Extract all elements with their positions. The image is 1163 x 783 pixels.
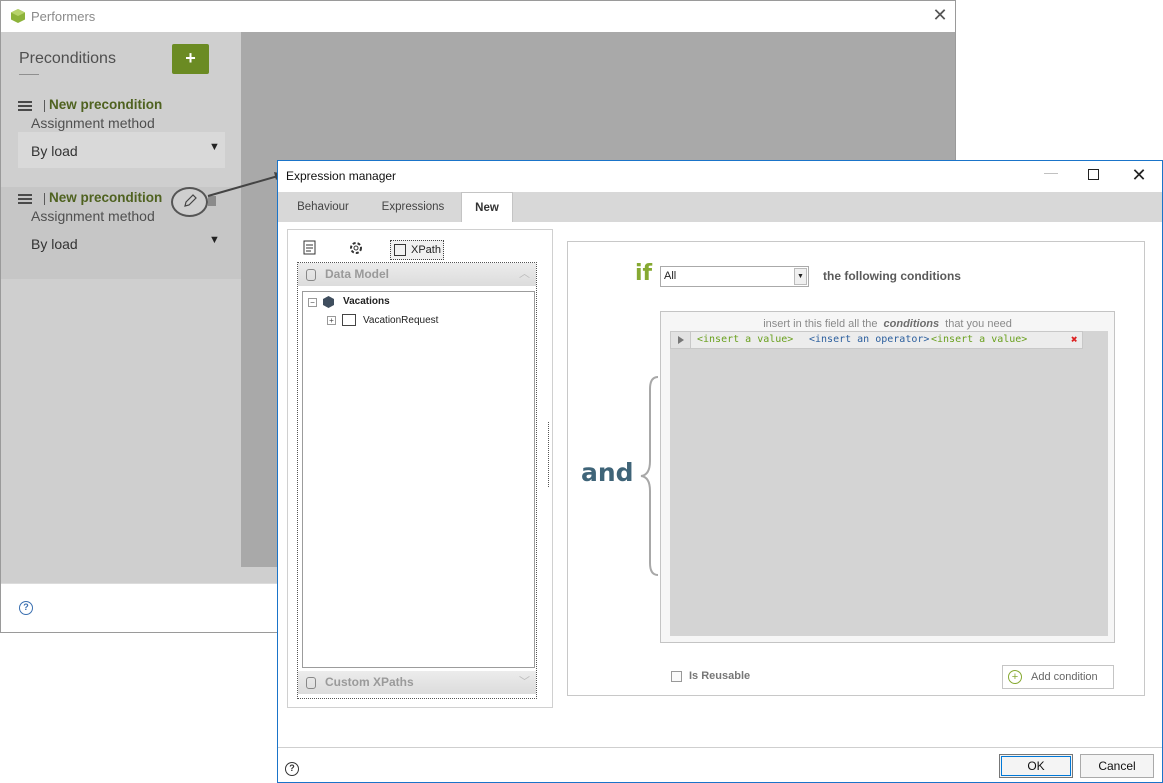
precondition-name[interactable]: New precondition	[49, 190, 162, 205]
add-condition-button[interactable]: + Add condition	[1002, 665, 1114, 689]
pencil-glyph	[184, 194, 197, 207]
custom-xpaths-header[interactable]: Custom XPaths ﹀	[298, 671, 536, 694]
xpath-button[interactable]: XPath	[390, 240, 444, 260]
separator	[44, 100, 45, 112]
collapse-icon[interactable]: −	[308, 298, 317, 307]
close-icon[interactable]: ✕	[931, 6, 949, 24]
dialog-title: Expression manager	[286, 169, 397, 183]
assignment-method-value: By load	[31, 236, 78, 252]
conditions-box: insert in this field all the conditions th…	[660, 311, 1115, 643]
expand-icon[interactable]: +	[327, 316, 336, 325]
data-model-header[interactable]: Data Model ︿	[298, 263, 536, 286]
dropdown-arrow-icon[interactable]: ▼	[209, 234, 220, 246]
tab-strip: Behaviour Expressions New	[278, 192, 1162, 223]
document-glyph	[303, 240, 316, 255]
data-model-label: Data Model	[325, 267, 390, 281]
following-conditions-label: the following conditions	[823, 269, 961, 283]
help-icon[interactable]: ?	[19, 601, 33, 615]
panel-splitter[interactable]	[548, 422, 551, 487]
condition-mode-value: All	[664, 270, 677, 282]
precondition-item[interactable]: New precondition Assignment method By lo…	[1, 94, 241, 186]
conditions-hint: insert in this field all the conditions th…	[661, 318, 1114, 332]
hint-text-before: insert in this field all the	[763, 318, 878, 330]
delete-condition-icon[interactable]: ✖	[1071, 333, 1078, 346]
precondition-name[interactable]: New precondition	[49, 97, 162, 112]
pencil-icon[interactable]	[171, 187, 208, 217]
expression-manager-titlebar: Expression manager — ✕	[278, 161, 1162, 191]
list-icon	[18, 101, 32, 111]
minimize-icon[interactable]: —	[1041, 164, 1061, 180]
ok-button[interactable]: OK	[999, 754, 1073, 778]
xpath-label: XPath	[411, 244, 441, 256]
assignment-method-value: By load	[31, 143, 78, 159]
assignment-method-select[interactable]: By load ▼	[18, 132, 225, 168]
if-label: if	[635, 261, 653, 286]
curly-brace	[640, 376, 659, 576]
left-value-placeholder[interactable]: <insert a value>	[697, 334, 793, 345]
tab-new[interactable]: New	[461, 192, 513, 223]
preconditions-panel: Preconditions + New precondition Assignm…	[1, 32, 241, 583]
condition-mode-select[interactable]: All ▼	[660, 266, 809, 287]
hint-text-after: that you need	[945, 318, 1012, 330]
dropdown-arrow-icon[interactable]: ▼	[794, 268, 807, 285]
tab-behaviour[interactable]: Behaviour	[288, 192, 358, 222]
custom-xpaths-label: Custom XPaths	[325, 675, 414, 689]
database-icon	[306, 269, 316, 281]
chevron-down-icon[interactable]: ﹀	[519, 671, 530, 694]
tree-node-label[interactable]: Vacations	[343, 296, 390, 307]
is-reusable-checkbox[interactable]	[671, 671, 682, 682]
close-icon[interactable]: ✕	[1129, 164, 1149, 186]
gear-glyph	[350, 242, 362, 254]
maximize-icon[interactable]	[1088, 169, 1099, 180]
assignment-method-label: Assignment method	[31, 208, 155, 224]
assignment-method-select[interactable]: By load ▼	[18, 225, 225, 261]
is-reusable-label[interactable]: Is Reusable	[689, 670, 750, 682]
row-expand-icon[interactable]	[671, 332, 691, 348]
tree-node-label[interactable]: VacationRequest	[363, 315, 438, 326]
heading-underline	[19, 74, 39, 75]
chevron-up-icon[interactable]: ︿	[519, 263, 530, 286]
entity-icon	[323, 296, 334, 308]
xpath-icon	[394, 244, 406, 256]
data-source-panel: XPath Data Model ︿ − Vacations + Vacatio…	[287, 229, 553, 708]
condition-row[interactable]: <insert a value> <insert an operator> <i…	[670, 331, 1083, 349]
add-precondition-button[interactable]: +	[172, 44, 209, 74]
help-icon[interactable]: ?	[285, 762, 299, 776]
list-icon	[18, 194, 32, 204]
preconditions-heading: Preconditions	[19, 50, 116, 67]
separator	[44, 193, 45, 205]
conditions-area[interactable]: <insert a value> <insert an operator> <i…	[670, 331, 1108, 636]
dropdown-arrow-icon[interactable]: ▼	[209, 141, 220, 153]
hint-text-emphasis: conditions	[883, 318, 940, 330]
app-icon	[11, 9, 25, 23]
xpath-icon	[306, 677, 316, 689]
dialog-content: XPath Data Model ︿ − Vacations + Vacatio…	[278, 222, 1162, 747]
operator-placeholder[interactable]: <insert an operator>	[809, 334, 929, 345]
gear-icon[interactable]	[348, 240, 364, 260]
condition-builder-panel: if All ▼ the following conditions and in…	[567, 241, 1145, 696]
right-value-placeholder[interactable]: <insert a value>	[931, 334, 1027, 345]
assignment-method-label: Assignment method	[31, 115, 155, 131]
performers-titlebar: Performers ✕	[1, 1, 955, 32]
and-label: and	[581, 458, 634, 487]
trash-icon[interactable]	[208, 196, 216, 206]
cancel-button[interactable]: Cancel	[1080, 754, 1154, 778]
document-icon[interactable]	[303, 240, 319, 260]
data-model-tree[interactable]: − Vacations + VacationRequest	[302, 291, 535, 668]
tab-expressions[interactable]: Expressions	[373, 192, 453, 222]
dialog-footer: ? OK Cancel	[278, 747, 1162, 782]
briefcase-icon	[342, 314, 356, 326]
performers-title: Performers	[31, 9, 96, 24]
precondition-item[interactable]: New precondition Assignment method By lo…	[1, 187, 241, 279]
expression-manager-dialog: Expression manager — ✕ Behaviour Express…	[277, 160, 1163, 783]
plus-circle-icon: +	[1008, 670, 1022, 684]
add-condition-label: Add condition	[1031, 671, 1098, 683]
